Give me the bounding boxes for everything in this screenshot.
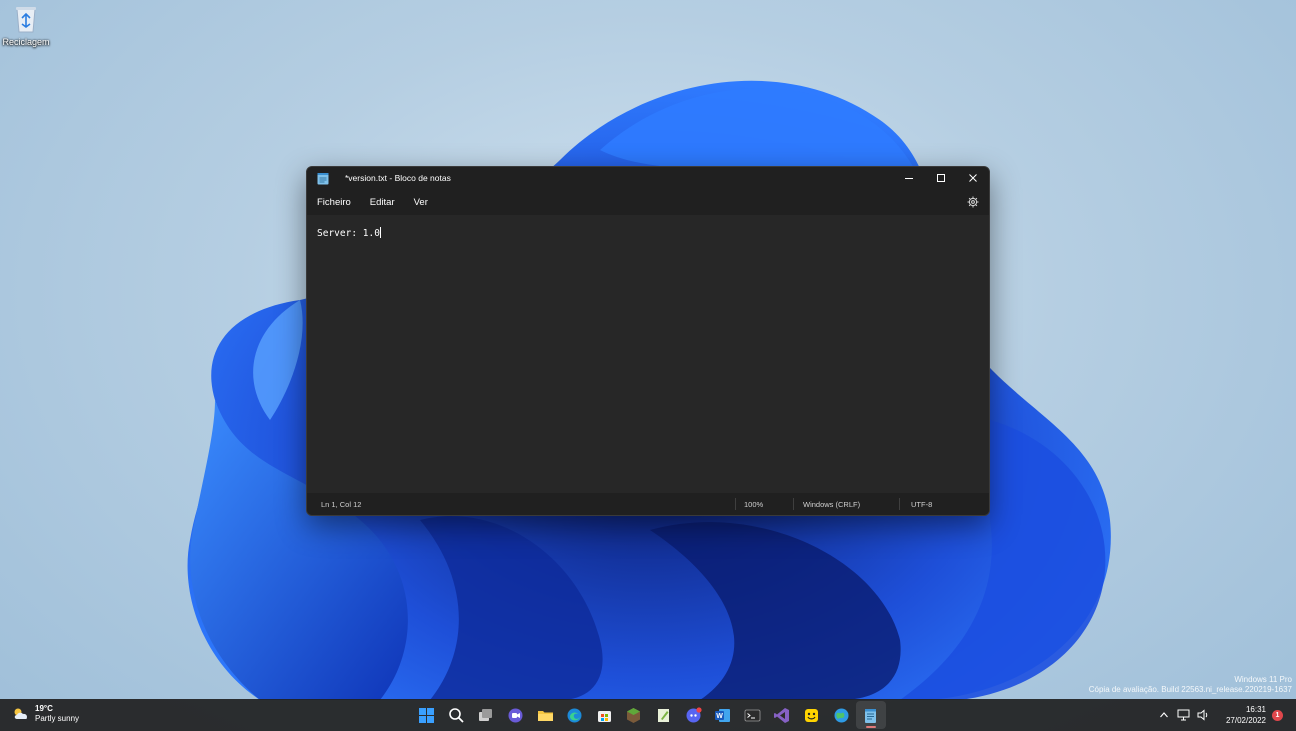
store-button[interactable] bbox=[590, 701, 620, 729]
clock-date: 27/02/2022 bbox=[1225, 716, 1266, 725]
minimize-icon bbox=[905, 178, 913, 179]
chat-button[interactable] bbox=[501, 701, 531, 729]
partly-sunny-icon bbox=[14, 708, 28, 719]
text-editor-area[interactable]: Server: 1.0 bbox=[307, 215, 989, 493]
globe-app-button[interactable] bbox=[826, 701, 856, 729]
weather-temperature: 19°C bbox=[35, 704, 53, 713]
status-bar: Ln 1, Col 12 100% Windows (CRLF) UTF-8 bbox=[307, 493, 989, 515]
watermark-edition: Windows 11 Pro bbox=[1234, 675, 1292, 684]
discord-button[interactable] bbox=[678, 701, 708, 729]
close-icon bbox=[969, 174, 977, 182]
visual-studio-button[interactable] bbox=[767, 701, 797, 729]
status-cursor-position: Ln 1, Col 12 bbox=[321, 499, 362, 509]
terminal-button[interactable] bbox=[738, 701, 768, 729]
notepad-app-icon bbox=[317, 172, 329, 184]
terminal-icon bbox=[744, 709, 761, 721]
taskbar: 19°C Partly sunny W 16:31 27/02/2022 1 bbox=[0, 699, 1296, 731]
editor-text: Server: 1.0 bbox=[317, 228, 380, 239]
clock-button[interactable]: 16:31 27/02/2022 bbox=[1226, 705, 1266, 725]
status-divider bbox=[735, 498, 736, 510]
watermark-build: Cópia de avaliação. Build 22563.ni_relea… bbox=[1088, 685, 1292, 694]
system-tray: 16:31 27/02/2022 1 bbox=[1156, 699, 1296, 731]
teams-chat-icon bbox=[508, 708, 523, 722]
maximize-icon bbox=[937, 174, 945, 182]
desktop-icon-recycle-bin[interactable]: Reciclagem bbox=[2, 4, 50, 47]
speaker-icon bbox=[1197, 709, 1208, 721]
grass-block-icon bbox=[627, 707, 641, 723]
weather-widget[interactable]: 19°C Partly sunny bbox=[12, 704, 79, 723]
network-button[interactable] bbox=[1176, 708, 1192, 722]
network-monitor-icon bbox=[1177, 709, 1190, 721]
task-view-icon bbox=[479, 708, 493, 721]
show-hidden-icons-button[interactable] bbox=[1156, 708, 1172, 722]
windows-logo-icon bbox=[419, 707, 435, 723]
weather-condition: Partly sunny bbox=[35, 714, 80, 723]
maximize-button[interactable] bbox=[925, 167, 957, 189]
clock-time: 16:31 bbox=[1245, 705, 1266, 714]
notepadpp-button[interactable] bbox=[649, 701, 679, 729]
minecraft-button[interactable] bbox=[619, 701, 649, 729]
close-button[interactable] bbox=[957, 167, 989, 189]
edge-browser-icon bbox=[567, 708, 582, 722]
store-bag-icon bbox=[597, 710, 611, 722]
title-bar[interactable]: *version.txt - Bloco de notas bbox=[307, 167, 989, 189]
word-icon: W bbox=[715, 708, 731, 722]
status-divider bbox=[899, 498, 900, 510]
status-zoom: 100% bbox=[744, 499, 764, 509]
taskbar-search-button[interactable] bbox=[442, 701, 472, 729]
text-caret bbox=[379, 227, 381, 238]
word-button[interactable]: W bbox=[708, 701, 738, 729]
menu-view[interactable]: Ver bbox=[414, 194, 428, 211]
desktop-icon-label: Reciclagem bbox=[2, 37, 50, 47]
discord-icon bbox=[686, 706, 702, 722]
folder-icon bbox=[537, 710, 553, 721]
start-button[interactable] bbox=[412, 701, 442, 729]
chevron-up-icon bbox=[1160, 712, 1168, 718]
notification-badge[interactable]: 1 bbox=[1272, 709, 1283, 721]
volume-button[interactable] bbox=[1196, 708, 1212, 722]
edge-button[interactable] bbox=[560, 701, 590, 729]
search-icon bbox=[449, 707, 464, 723]
window-title: *version.txt - Bloco de notas bbox=[345, 173, 451, 183]
notepad-taskbar-button[interactable] bbox=[855, 701, 886, 729]
notepad-plus-plus-icon bbox=[658, 708, 670, 722]
status-line-ending: Windows (CRLF) bbox=[803, 499, 861, 509]
taskbar-apps: W bbox=[412, 701, 886, 729]
svg-text:W: W bbox=[716, 713, 723, 720]
minimize-button[interactable] bbox=[893, 167, 925, 189]
notepad-icon bbox=[865, 708, 877, 723]
notepad-window[interactable]: *version.txt - Bloco de notas Ficheiro E… bbox=[306, 166, 990, 516]
globe-icon bbox=[834, 708, 849, 722]
status-encoding: UTF-8 bbox=[911, 499, 933, 509]
settings-gear-icon[interactable] bbox=[967, 196, 979, 208]
recycle-bin-icon bbox=[16, 7, 36, 33]
menu-edit[interactable]: Editar bbox=[370, 194, 395, 211]
file-explorer-button[interactable] bbox=[530, 701, 560, 729]
smiley-app-icon bbox=[805, 708, 819, 722]
menu-bar: Ficheiro Editar Ver bbox=[307, 189, 989, 215]
activation-watermark: Windows 11 Pro Cópia de avaliação. Build… bbox=[1089, 675, 1292, 695]
menu-file[interactable]: Ficheiro bbox=[317, 194, 351, 211]
yellow-app-button[interactable] bbox=[797, 701, 827, 729]
task-view-button[interactable] bbox=[471, 701, 501, 729]
status-divider bbox=[793, 498, 794, 510]
visual-studio-icon bbox=[774, 707, 790, 723]
